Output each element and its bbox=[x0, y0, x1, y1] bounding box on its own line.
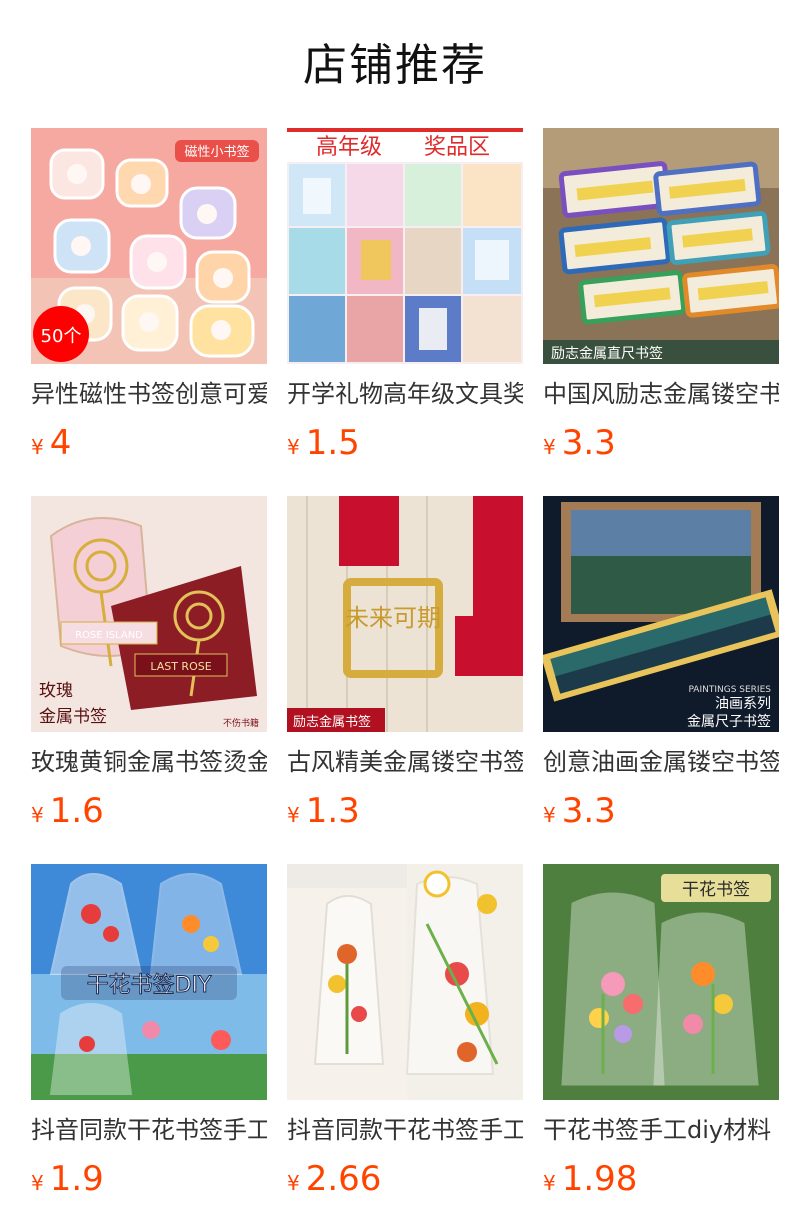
product-name[interactable]: 中国风励志金属镂空书签 bbox=[543, 376, 779, 412]
product-price: ¥1.98 bbox=[543, 1158, 779, 1200]
product-price: ¥1.6 bbox=[31, 790, 267, 832]
product-name[interactable]: 创意油画金属镂空书签 bbox=[543, 744, 779, 780]
price-value: 1.98 bbox=[561, 1159, 638, 1199]
overlay-label: 未来可期 bbox=[345, 604, 441, 632]
product-grid: 磁性小书签 50个 异性磁性书签创意可爱 ¥4 高年级 奖品区 开学礼物高年级文… bbox=[31, 128, 779, 1200]
product-card[interactable]: 干花书签 干花书签手工diy材料 ¥1.98 bbox=[543, 864, 779, 1200]
product-name[interactable]: 抖音同款干花书签手工 bbox=[31, 1112, 267, 1148]
product-name[interactable]: 开学礼物高年级文具奖品 bbox=[287, 376, 523, 412]
currency-symbol: ¥ bbox=[31, 1171, 44, 1195]
product-name[interactable]: 玫瑰黄铜金属书签烫金 bbox=[31, 744, 267, 780]
currency-symbol: ¥ bbox=[31, 435, 44, 459]
product-card[interactable]: ROSE ISLAND LAST ROSE 玫瑰 金属书签 不伤书籍 玫瑰黄铜金… bbox=[31, 496, 267, 832]
currency-symbol: ¥ bbox=[543, 435, 556, 459]
overlay-label: 奖品区 bbox=[424, 135, 490, 160]
product-image[interactable]: 干花书签 bbox=[543, 864, 779, 1100]
product-image[interactable]: ROSE ISLAND LAST ROSE 玫瑰 金属书签 不伤书籍 bbox=[31, 496, 267, 732]
price-value: 3.3 bbox=[561, 791, 616, 831]
overlay-label: 干花书签 bbox=[682, 880, 750, 900]
overlay-label: 高年级 bbox=[316, 135, 382, 160]
currency-symbol: ¥ bbox=[287, 435, 300, 459]
overlay-label: PAINTINGS SERIES bbox=[688, 685, 771, 695]
overlay-label: 干花书签DIY bbox=[87, 973, 212, 998]
product-price: ¥2.66 bbox=[287, 1158, 523, 1200]
price-value: 4 bbox=[49, 423, 72, 463]
product-card[interactable]: 抖音同款干花书签手工 ¥2.66 bbox=[287, 864, 523, 1200]
overlay-badge: 50个 bbox=[41, 326, 82, 347]
product-image[interactable]: 励志金属直尺书签 bbox=[543, 128, 779, 364]
product-card[interactable]: 未来可期 励志金属书签 古风精美金属镂空书签 ¥1.3 bbox=[287, 496, 523, 832]
overlay-label: 金属书签 bbox=[39, 707, 107, 727]
product-card[interactable]: 干花书签DIY 抖音同款干花书签手工 ¥1.9 bbox=[31, 864, 267, 1200]
overlay-label: 玫瑰 bbox=[39, 681, 73, 701]
overlay-label: 油画系列 bbox=[715, 696, 771, 712]
overlay-label: 励志金属直尺书签 bbox=[551, 345, 663, 362]
product-card[interactable]: 高年级 奖品区 开学礼物高年级文具奖品 ¥ bbox=[287, 128, 523, 464]
product-name[interactable]: 古风精美金属镂空书签 bbox=[287, 744, 523, 780]
price-value: 1.9 bbox=[49, 1159, 104, 1199]
price-value: 1.3 bbox=[305, 791, 360, 831]
overlay-label: 励志金属书签 bbox=[293, 714, 371, 730]
overlay-label: LAST ROSE bbox=[150, 660, 211, 673]
currency-symbol: ¥ bbox=[31, 803, 44, 827]
product-card[interactable]: 励志金属直尺书签 中国风励志金属镂空书签 ¥3.3 bbox=[543, 128, 779, 464]
overlay-label: 不伤书籍 bbox=[223, 717, 259, 729]
product-card[interactable]: 磁性小书签 50个 异性磁性书签创意可爱 ¥4 bbox=[31, 128, 267, 464]
currency-symbol: ¥ bbox=[287, 803, 300, 827]
price-value: 2.66 bbox=[305, 1159, 382, 1199]
product-price: ¥1.3 bbox=[287, 790, 523, 832]
price-value: 1.5 bbox=[305, 423, 360, 463]
product-name[interactable]: 抖音同款干花书签手工 bbox=[287, 1112, 523, 1148]
product-price: ¥1.5 bbox=[287, 422, 523, 464]
product-image[interactable]: 高年级 奖品区 bbox=[287, 128, 523, 364]
section-title: 店铺推荐 bbox=[303, 40, 487, 91]
overlay-label: ROSE ISLAND bbox=[75, 630, 143, 641]
product-price: ¥3.3 bbox=[543, 790, 779, 832]
product-image[interactable] bbox=[287, 864, 523, 1100]
overlay-label: 磁性小书签 bbox=[184, 144, 249, 160]
price-value: 1.6 bbox=[49, 791, 104, 831]
currency-symbol: ¥ bbox=[287, 1171, 300, 1195]
product-name[interactable]: 异性磁性书签创意可爱 bbox=[31, 376, 267, 412]
product-image[interactable]: PAINTINGS SERIES 油画系列 金属尺子书签 bbox=[543, 496, 779, 732]
product-price: ¥3.3 bbox=[543, 422, 779, 464]
overlay-label: 金属尺子书签 bbox=[687, 713, 771, 730]
product-image[interactable]: 干花书签DIY bbox=[31, 864, 267, 1100]
product-image[interactable]: 未来可期 励志金属书签 bbox=[287, 496, 523, 732]
product-image[interactable]: 磁性小书签 50个 bbox=[31, 128, 267, 364]
price-value: 3.3 bbox=[561, 423, 616, 463]
product-name[interactable]: 干花书签手工diy材料 bbox=[543, 1112, 779, 1148]
product-card[interactable]: PAINTINGS SERIES 油画系列 金属尺子书签 创意油画金属镂空书签 … bbox=[543, 496, 779, 832]
currency-symbol: ¥ bbox=[543, 1171, 556, 1195]
currency-symbol: ¥ bbox=[543, 803, 556, 827]
product-price: ¥1.9 bbox=[31, 1158, 267, 1200]
product-price: ¥4 bbox=[31, 422, 267, 464]
